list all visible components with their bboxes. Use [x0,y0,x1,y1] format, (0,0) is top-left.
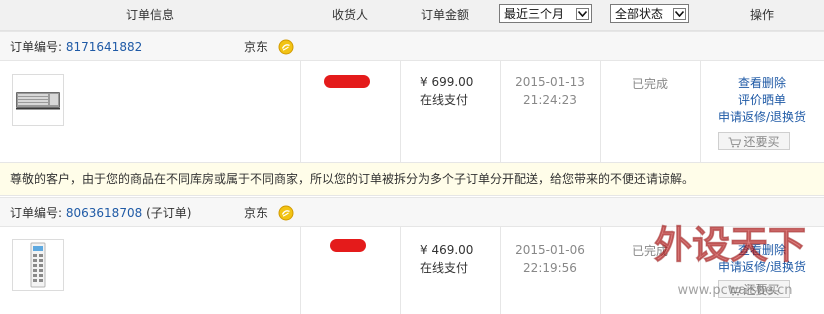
receiver-redacted [330,239,366,252]
order-status: 已完成 [631,77,668,91]
order-number-label: 订单编号: [10,206,63,220]
order-table-header: 订单信息 收货人 订单金额 最近三个月 全部状态 操作 [0,0,824,31]
order-header-bar: 订单编号: 8171641882 京东 [0,31,824,61]
sub-order-tag: (子订单) [146,206,192,220]
chat-bubble-icon[interactable] [278,39,294,55]
review-link[interactable]: 评价晒单 [700,92,824,109]
product-thumbnail-device[interactable] [12,239,64,291]
col-ops: 操作 [749,8,774,22]
shop-name: 京东 [244,40,269,54]
chat-bubble-icon[interactable] [278,205,294,221]
order-header-bar: 订单编号: 8063618708 (子订单) 京东 [0,197,824,227]
order-number-link[interactable]: 8063618708 [66,206,142,220]
split-order-notice: 尊敬的客户，由于您的商品在不同库房或属于不同商家，所以您的订单被拆分为多个子订单… [0,163,824,196]
return-repair-link[interactable]: 申请返修/退换货 [700,259,824,276]
device-image [30,242,46,288]
order-datetime: 2015-01-13 21:24:23 [500,73,600,109]
col-receiver: 收货人 [331,8,368,22]
order-date: 2015-01-13 [515,75,585,89]
order-row: ¥ 469.00 在线支付 2015-01-06 22:19:56 已完成 查看… [0,227,824,314]
rebuy-button[interactable]: 还要买 [718,132,790,150]
chevron-down-icon [576,8,589,20]
rebuy-label: 还要买 [743,135,780,149]
return-repair-link[interactable]: 申请返修/退换货 [700,109,824,126]
status-value: 全部状态 [615,7,664,21]
order-actions: 查看删除 评价晒单 申请返修/退换货 [700,75,824,126]
payment-method: 在线支付 [420,261,469,275]
order-datetime: 2015-01-06 22:19:56 [500,241,600,277]
shop-name: 京东 [244,206,269,220]
order-number-label: 订单编号: [10,40,63,54]
delete-link[interactable]: 删除 [762,243,786,257]
view-link[interactable]: 查看 [738,243,762,257]
receiver-redacted [324,75,370,88]
order-row: ¥ 699.00 在线支付 2015-01-13 21:24:23 已完成 查看… [0,61,824,163]
cart-icon [728,137,742,148]
time-range-select[interactable]: 最近三个月 [499,4,592,23]
rebuy-button[interactable]: 还要买 [718,280,790,298]
view-link[interactable]: 查看 [738,76,762,90]
time-range-value: 最近三个月 [504,7,565,21]
order-date: 2015-01-06 [515,243,585,257]
status-select[interactable]: 全部状态 [610,4,689,23]
order-actions: 查看删除 申请返修/退换货 [700,242,824,276]
order-number-line: 订单编号: 8171641882 [10,32,142,62]
order-status: 已完成 [631,244,668,258]
order-time: 21:24:23 [523,93,577,107]
keyboard-image [16,92,60,110]
order-number-line: 订单编号: 8063618708 (子订单) [10,198,191,228]
order-amount-block: ¥ 469.00 在线支付 [420,241,473,277]
order-amount: ¥ 699.00 [420,75,474,89]
order-amount: ¥ 469.00 [420,243,474,257]
chevron-down-icon [673,8,686,20]
order-number-link[interactable]: 8171641882 [66,40,142,54]
cart-icon [728,285,742,296]
col-amount: 订单金额 [420,8,469,22]
col-order-info: 订单信息 [125,8,174,22]
rebuy-label: 还要买 [743,283,780,297]
product-thumbnail-keyboard[interactable] [12,74,64,126]
order-amount-block: ¥ 699.00 在线支付 [420,73,473,109]
order-time: 22:19:56 [523,261,577,275]
delete-link[interactable]: 删除 [762,76,786,90]
payment-method: 在线支付 [420,93,469,107]
